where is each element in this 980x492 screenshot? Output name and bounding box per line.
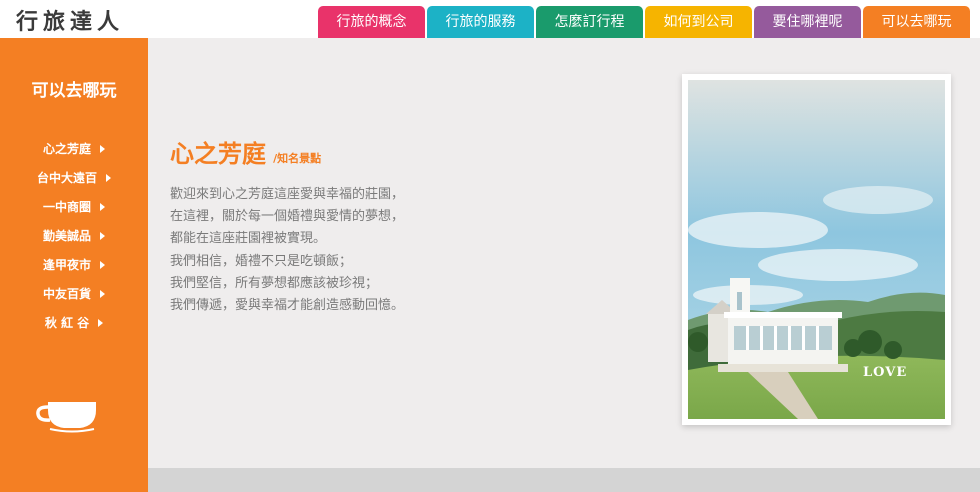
description-line: 都能在這座莊園裡被實現。 (170, 231, 327, 247)
sidebar-item-label: 一中商圈 (42, 200, 91, 214)
sidebar-item-label: 心之芳庭 (42, 142, 91, 156)
love-sign: LOVE (863, 365, 907, 380)
nav-tab-concept[interactable]: 行旅的概念 (318, 6, 425, 38)
sidebar-item-label: 逢甲夜市 (42, 258, 91, 272)
header: 行旅達人 行旅的概念 行旅的服務 怎麼訂行程 如何到公司 要住哪裡呢 可以去哪玩 (0, 0, 980, 39)
description-line: 我們相信，婚禮不只是吃頓飯； (170, 253, 353, 269)
description-line: 我們傳遞，愛與幸福才能創造感動回憶。 (170, 298, 405, 314)
footer-bar (148, 468, 980, 492)
description-line: 我們堅信，所有夢想都應該被珍視； (170, 275, 379, 291)
coffee-cup-icon (36, 398, 98, 438)
sidebar-item-label: 勤美誠品 (42, 229, 91, 243)
sidebar-item-yizhong-district[interactable]: 一中商圈 (0, 192, 148, 221)
sidebar-list: 心之芳庭 台中大遠百 一中商圈 勤美誠品 逢甲夜市 中友百貨 秋 紅 谷 (0, 134, 148, 337)
sidebar-item-chungyo-department-store[interactable]: 中友百貨 (0, 279, 148, 308)
sidebar-item-eslite-parklane[interactable]: 勤美誠品 (0, 221, 148, 250)
site-logo[interactable]: 行旅達人 (16, 4, 124, 36)
sidebar-item-label: 台中大遠百 (36, 171, 97, 185)
sidebar-item-label: 秋 紅 谷 (44, 316, 90, 330)
sidebar: 可以去哪玩 心之芳庭 台中大遠百 一中商圈 勤美誠品 逢甲夜市 中友百貨 秋 紅… (0, 38, 148, 492)
page-title: 心之芳庭 (170, 140, 266, 168)
sidebar-title: 可以去哪玩 (31, 81, 117, 101)
venue-photo: LOVE (682, 74, 951, 425)
main-content: 心之芳庭 /知名景點 歡迎來到心之芳庭這座愛與幸福的莊園， 在這裡，關於每一個婚… (148, 38, 980, 468)
chevron-right-icon (100, 231, 105, 240)
nav-tab-directions[interactable]: 如何到公司 (645, 6, 752, 38)
sidebar-item-fengjia-night-market[interactable]: 逢甲夜市 (0, 250, 148, 279)
description-line: 歡迎來到心之芳庭這座愛與幸福的莊園， (170, 187, 405, 202)
page-heading: 心之芳庭 /知名景點 (170, 134, 321, 169)
description: 歡迎來到心之芳庭這座愛與幸福的莊園， 在這裡，關於每一個婚禮與愛情的夢想， 都能… (170, 184, 404, 317)
nav-tab-attractions[interactable]: 可以去哪玩 (863, 6, 970, 38)
chevron-right-icon (106, 173, 111, 182)
chevron-right-icon (98, 318, 104, 327)
sidebar-item-taichung-far-eastern[interactable]: 台中大遠百 (0, 163, 148, 192)
nav-tab-lodging[interactable]: 要住哪裡呢 (754, 6, 861, 38)
chevron-right-icon (100, 289, 105, 298)
chevron-right-icon (100, 202, 105, 211)
nav-tab-services[interactable]: 行旅的服務 (427, 6, 534, 38)
chevron-right-icon (100, 144, 105, 153)
page-subtitle: /知名景點 (273, 152, 322, 165)
main-nav: 行旅的概念 行旅的服務 怎麼訂行程 如何到公司 要住哪裡呢 可以去哪玩 (318, 6, 972, 38)
sidebar-item-xinzhifangting[interactable]: 心之芳庭 (0, 134, 148, 163)
sidebar-item-maple-garden[interactable]: 秋 紅 谷 (0, 308, 148, 337)
sidebar-item-label: 中友百貨 (42, 287, 91, 301)
nav-tab-booking[interactable]: 怎麼訂行程 (536, 6, 643, 38)
description-line: 在這裡，關於每一個婚禮與愛情的夢想， (170, 209, 405, 225)
chevron-right-icon (100, 260, 105, 269)
